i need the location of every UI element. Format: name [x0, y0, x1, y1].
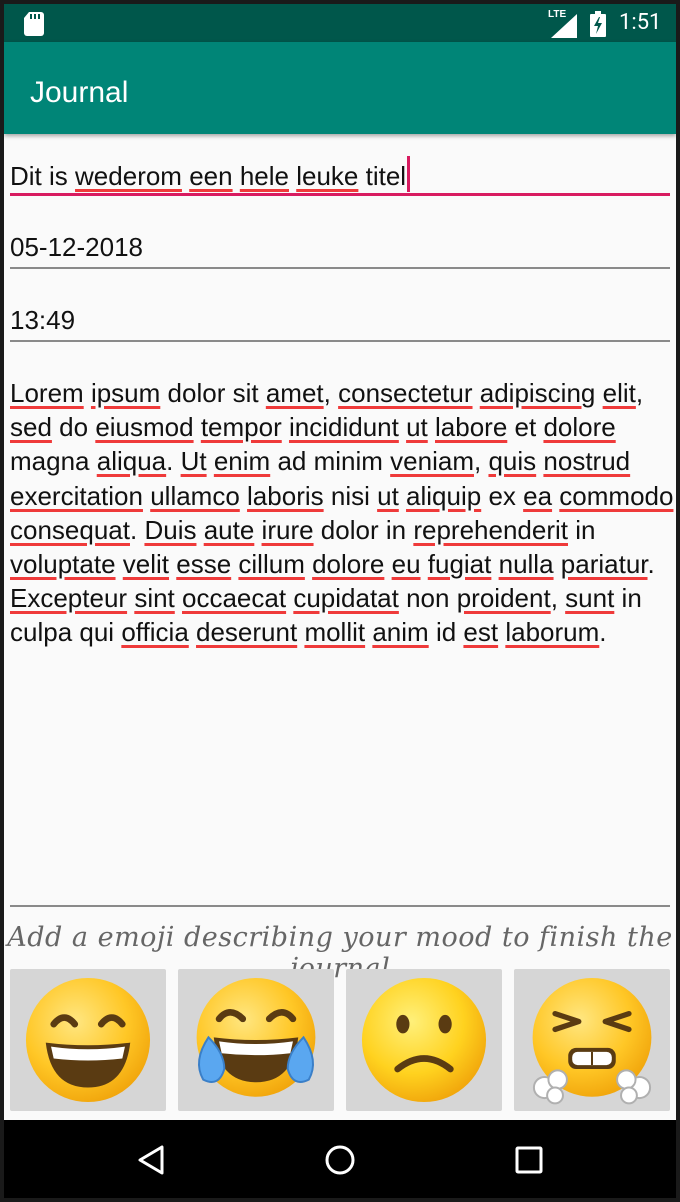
- back-icon[interactable]: [134, 1142, 170, 1178]
- status-time: 1:51: [619, 10, 662, 35]
- mood-button-laughing[interactable]: [178, 969, 334, 1111]
- mood-button-sad[interactable]: [346, 969, 502, 1111]
- journal-body-input[interactable]: Lorem ipsum dolor sit amet, consectetur …: [10, 376, 674, 650]
- app-title: Journal: [30, 76, 129, 109]
- journal-body-value: Lorem ipsum dolor sit amet, consectetur …: [10, 378, 674, 648]
- journal-body-underline: [10, 905, 670, 907]
- phone-screen: LTE 1:51 Journal Dit is wederom een hele…: [4, 4, 676, 1198]
- title-input-value: Dit is wederom een hele leuke titel: [10, 161, 407, 191]
- time-input[interactable]: 13:49: [10, 304, 670, 342]
- text-cursor: [407, 156, 411, 192]
- angry-steam-emoji: [532, 977, 652, 1105]
- home-icon[interactable]: [322, 1142, 358, 1178]
- date-input-value: 05-12-2018: [10, 232, 143, 262]
- frowning-emoji: [361, 977, 487, 1103]
- tears-of-joy-emoji: [196, 977, 316, 1097]
- time-input-value: 13:49: [10, 305, 76, 335]
- title-input[interactable]: Dit is wederom een hele leuke titel: [10, 156, 670, 196]
- recents-icon[interactable]: [511, 1142, 547, 1178]
- app-bar: Journal: [4, 42, 676, 134]
- date-input[interactable]: 05-12-2018: [10, 231, 670, 269]
- mood-button-happy[interactable]: [10, 969, 166, 1111]
- signal-icon: [551, 14, 577, 38]
- mood-button-angry[interactable]: [514, 969, 670, 1111]
- sd-card-icon: [24, 12, 44, 36]
- battery-charging-icon: [590, 11, 606, 37]
- grinning-emoji: [25, 977, 151, 1103]
- status-bar: LTE 1:51: [4, 4, 676, 42]
- navigation-bar: [4, 1120, 676, 1198]
